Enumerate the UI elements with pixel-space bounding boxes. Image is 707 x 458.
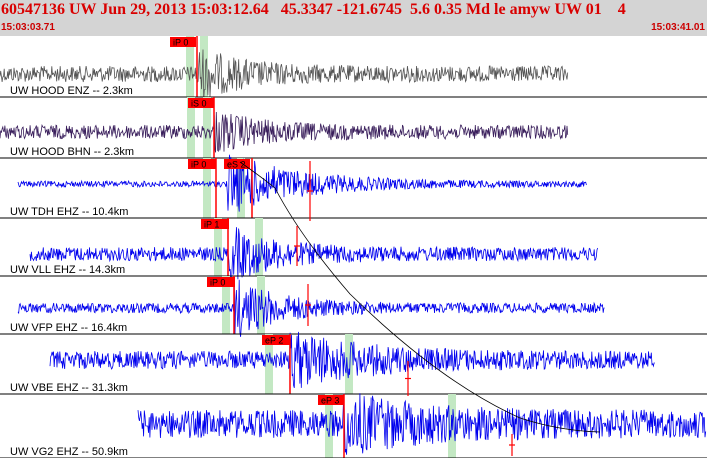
phase-pick-label: eS 2 bbox=[227, 160, 246, 170]
trace-panel[interactable]: iP 0 UW VFP EHZ -- 16.4km bbox=[0, 276, 707, 337]
trace-panel[interactable]: eP 3 UW VG2 EHZ -- 50.9km bbox=[0, 393, 707, 458]
trace-panel[interactable]: iP 1 UW VLL EHZ -- 14.3km bbox=[0, 218, 707, 283]
trace-panel[interactable]: iP 0 eS 2 UW TDH EHZ -- 10.4km bbox=[0, 154, 707, 219]
trace-panel[interactable]: iS 0 UW HOOD BHN -- 2.3km bbox=[0, 97, 707, 159]
phase-pick-label: eP 3 bbox=[321, 396, 339, 406]
station-label: UW TDH EHZ -- 10.4km bbox=[10, 206, 128, 218]
phase-pick-label: eP 2 bbox=[265, 336, 283, 346]
travel-time-curve bbox=[239, 161, 601, 433]
trace-panel[interactable]: iP 0 UW HOOD ENZ -- 2.3km bbox=[0, 36, 707, 101]
station-label: UW VG2 EHZ -- 50.9km bbox=[10, 446, 128, 458]
header-bar: 60547136 UW Jun 29, 2013 15:03:12.64 45.… bbox=[0, 0, 707, 36]
station-label: UW HOOD BHN -- 2.3km bbox=[10, 146, 134, 158]
phase-pick-label: iS 0 bbox=[191, 99, 207, 109]
waveform-trace bbox=[17, 154, 587, 212]
waveform-trace bbox=[137, 393, 707, 455]
phase-pick-label: iP 0 bbox=[191, 160, 206, 170]
station-label: UW VLL EHZ -- 14.3km bbox=[10, 264, 125, 276]
phase-pick-label: iP 0 bbox=[210, 278, 225, 288]
station-label: UW VFP EHZ -- 16.4km bbox=[10, 322, 127, 334]
station-label: UW HOOD ENZ -- 2.3km bbox=[10, 85, 133, 97]
seismogram-panel[interactable]: iP 0 UW HOOD ENZ -- 2.3km iS 0 UW HOOD BHN … bbox=[0, 36, 707, 458]
phase-pick-label: iP 1 bbox=[204, 220, 219, 230]
start-time-label: 15:03:03.71 bbox=[1, 22, 55, 33]
trace-panel[interactable]: eP 2 UW VBE EHZ -- 31.3km bbox=[0, 331, 707, 395]
station-label: UW VBE EHZ -- 31.3km bbox=[10, 382, 128, 394]
phase-pick-label: iP 0 bbox=[173, 38, 188, 48]
end-time-label: 15:03:41.01 bbox=[651, 22, 705, 33]
event-title: 60547136 UW Jun 29, 2013 15:03:12.64 45.… bbox=[1, 1, 626, 18]
